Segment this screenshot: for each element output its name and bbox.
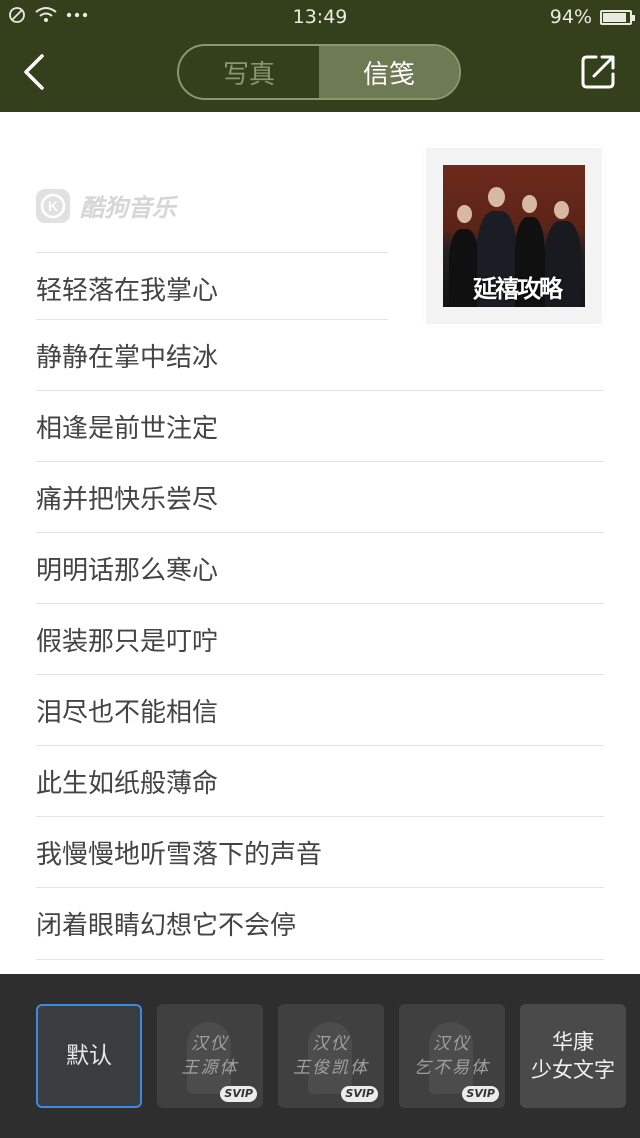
lyric-line: 静静在掌中结冰 bbox=[36, 319, 388, 391]
svg-text:K: K bbox=[48, 198, 58, 214]
battery-percent: 94% bbox=[549, 6, 592, 28]
font-preview-text: 汉仪 乞不易体 bbox=[414, 1034, 490, 1078]
top-header: 13:49 94% 写真 信笺 bbox=[0, 0, 640, 112]
lyric-line: 此生如纸般薄命 bbox=[36, 745, 604, 817]
album-cover-stamp[interactable]: 延禧攻略 bbox=[421, 143, 607, 329]
lyric-line: 痛并把快乐尝尽 bbox=[36, 461, 604, 533]
brand-watermark: K 酷狗音乐 bbox=[36, 188, 176, 223]
svip-badge: SVIP bbox=[341, 1086, 378, 1102]
view-mode-segmented-control: 写真 信笺 bbox=[177, 44, 461, 100]
tab-photo[interactable]: 写真 bbox=[179, 46, 319, 98]
share-button[interactable] bbox=[578, 52, 618, 92]
font-option-label: 默认 bbox=[66, 1043, 112, 1069]
font-preview-text: 华康 少女文字 bbox=[531, 1030, 615, 1082]
font-option-default[interactable]: 默认 bbox=[36, 1004, 142, 1108]
status-right: 94% bbox=[549, 6, 635, 28]
lyric-line: 假装那只是叮咛 bbox=[36, 603, 604, 675]
kugou-logo-icon: K bbox=[36, 188, 70, 223]
lyric-line: 泪尽也不能相信 bbox=[36, 674, 604, 746]
status-bar: 13:49 94% bbox=[0, 0, 640, 34]
font-picker-bar: 默认 汉仪 王源体 SVIP 汉仪 王俊凯体 SVIP 汉仪 乞不易体 SVIP… bbox=[0, 974, 640, 1138]
font-option-wangyuan[interactable]: 汉仪 王源体 SVIP bbox=[157, 1004, 263, 1108]
font-option-qibuyi[interactable]: 汉仪 乞不易体 SVIP bbox=[399, 1004, 505, 1108]
font-option-huakang-girl[interactable]: 华康 少女文字 bbox=[520, 1004, 626, 1108]
svip-badge: SVIP bbox=[220, 1086, 257, 1102]
font-preview-text: 汉仪 王俊凯体 bbox=[293, 1034, 369, 1078]
font-option-wangjunkai[interactable]: 汉仪 王俊凯体 SVIP bbox=[278, 1004, 384, 1108]
lyric-line: 明明话那么寒心 bbox=[36, 532, 604, 604]
brand-name: 酷狗音乐 bbox=[80, 194, 176, 222]
tab-letter[interactable]: 信笺 bbox=[319, 46, 459, 98]
status-time: 13:49 bbox=[292, 6, 348, 28]
battery-level-fill bbox=[603, 12, 626, 22]
lyric-line: 轻轻落在我掌心 bbox=[36, 252, 388, 324]
svip-badge: SVIP bbox=[462, 1086, 499, 1102]
chevron-left-icon bbox=[24, 54, 44, 90]
share-external-icon bbox=[581, 55, 615, 89]
battery-icon bbox=[600, 9, 635, 25]
album-title-art: 延禧攻略 bbox=[473, 274, 563, 303]
font-preview-text: 汉仪 王源体 bbox=[181, 1034, 239, 1078]
lyric-line: 相逢是前世注定 bbox=[36, 390, 604, 462]
album-cover-image: 延禧攻略 bbox=[443, 165, 585, 307]
lyric-line: 闭着眼睛幻想它不会停 bbox=[36, 887, 604, 960]
back-button[interactable] bbox=[16, 50, 56, 94]
lyric-line: 我慢慢地听雪落下的声音 bbox=[36, 816, 604, 888]
